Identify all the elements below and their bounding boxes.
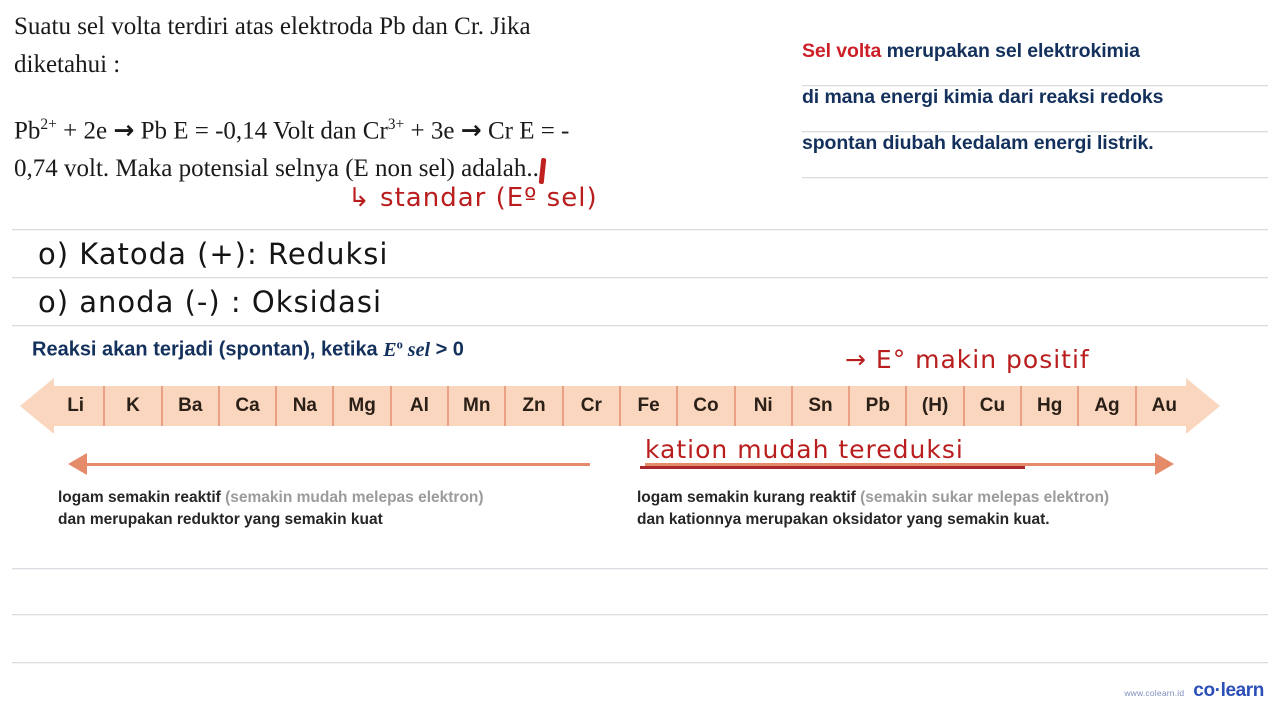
charge-superscript-pb: 2+ <box>40 116 57 133</box>
handwritten-anoda-note: o) anoda (-) : Oksidasi <box>38 285 382 319</box>
caption-right-muted: (semakin sukar melepas elektron) <box>860 489 1110 506</box>
ruled-line <box>12 325 1268 327</box>
series-cell-au: Au <box>1151 395 1177 416</box>
series-cell-h: (H) <box>907 386 965 426</box>
definition-keyword: Sel volta <box>802 40 882 62</box>
reactivity-series-bar: Li K Ba Ca Na Mg Al Mn Zn Cr Fe Co Ni Sn Pb (H) Cu Hg Ag Au <box>20 378 1220 434</box>
e-sel-symbol: Eo sel <box>383 337 431 361</box>
problem-line-1: Suatu sel volta terdiri atas elektroda P… <box>14 13 531 40</box>
reaction-arrow-1: → <box>113 115 135 145</box>
series-cell-ag: Ag <box>1079 386 1137 426</box>
caption-left-muted: (semakin mudah melepas elektron) <box>225 489 484 506</box>
series-cell-ni: Ni <box>736 386 793 426</box>
colearn-wordmark: co·learn <box>1193 680 1264 701</box>
problem-equation: Pb2+ + 2e → Pb E = -0,14 Volt dan Cr3+ +… <box>14 115 570 145</box>
charge-superscript-cr: 3+ <box>387 116 405 133</box>
series-cell-cu: Cu <box>965 386 1023 426</box>
handwritten-kation-tereduksi-note: kation mudah tereduksi <box>645 435 964 464</box>
caption-right-bold-1: logam semakin kurang reaktif <box>637 489 861 506</box>
spontan-heading: Reaksi akan terjadi (spontan), ketika Eo… <box>32 337 464 361</box>
series-cell-mg: Mg <box>334 386 392 426</box>
worksheet-page: Suatu sel volta terdiri atas elektroda P… <box>0 0 1280 720</box>
caption-right: logam semakin kurang reaktif (semakin su… <box>637 487 1227 531</box>
ruled-line <box>12 229 1268 231</box>
handwritten-standar-note: ↳ standar (Eº sel) <box>348 183 598 213</box>
series-cell-hg: Hg <box>1022 386 1080 426</box>
series-cell-sn: Sn <box>793 386 851 426</box>
series-cell-li: Li <box>48 386 106 426</box>
handwritten-underline <box>640 466 1025 469</box>
caption-left: logam semakin reaktif (semakin mudah mel… <box>58 487 618 531</box>
series-cell-ca: Ca <box>220 386 278 426</box>
series-cells: Li K Ba Ca Na Mg Al Mn Zn Cr Fe Co Ni Sn Pb (H) Cu Hg Ag Au <box>48 386 1192 426</box>
ruled-line <box>12 662 1268 664</box>
series-cell-k: K <box>105 386 163 426</box>
direction-arrow-right-shaft <box>645 463 1155 466</box>
caption-left-bold-1: logam semakin reaktif <box>58 489 226 506</box>
handwritten-e-makin-positif-note: → E° makin positif <box>845 345 1090 374</box>
series-cell-na: Na <box>277 386 335 426</box>
series-cell-al: Al <box>392 386 450 426</box>
ruled-line-right-3 <box>802 177 1268 179</box>
colearn-url: www.colearn.id <box>1124 688 1185 698</box>
problem-line-4: 0,74 volt. Maka potensial selnya (E non … <box>14 155 546 183</box>
series-cell-pb: Pb <box>850 386 908 426</box>
series-cell-co: Co <box>678 386 736 426</box>
direction-arrow-left-shaft <box>80 463 590 466</box>
direction-arrow-right-head <box>1155 453 1174 475</box>
definition-block: Sel volta merupakan sel elektrokimia di … <box>802 28 1272 166</box>
caption-left-bold-2: dan merupakan reduktor yang semakin kuat <box>58 511 383 528</box>
definition-line-1: Sel volta merupakan sel elektrokimia <box>802 40 1140 62</box>
series-cell-cr: Cr <box>564 386 621 426</box>
series-cell-mn: Mn <box>449 386 507 426</box>
direction-arrow-left-head <box>68 453 87 475</box>
definition-line-2: di mana energi kimia dari reaksi redoks <box>802 86 1164 108</box>
definition-line-3: spontan diubah kedalam energi listrik. <box>802 132 1154 154</box>
series-cell-fe: Fe <box>621 386 679 426</box>
ruled-line <box>12 277 1268 279</box>
ruled-line <box>12 614 1268 616</box>
series-cell-zn: Zn <box>506 386 564 426</box>
handwritten-katoda-note: o) Katoda (+): Reduksi <box>38 237 389 271</box>
problem-statement: Suatu sel volta terdiri atas elektroda P… <box>14 8 774 188</box>
colearn-logo: www.colearn.id co·learn <box>1124 680 1264 702</box>
problem-line-2: diketahui : <box>14 51 121 78</box>
series-cell-ba: Ba <box>163 386 220 426</box>
ruled-line <box>12 568 1268 570</box>
reaction-arrow-2: → <box>460 115 482 145</box>
caption-right-bold-2: dan kationnya merupakan oksidator yang s… <box>637 511 1050 528</box>
